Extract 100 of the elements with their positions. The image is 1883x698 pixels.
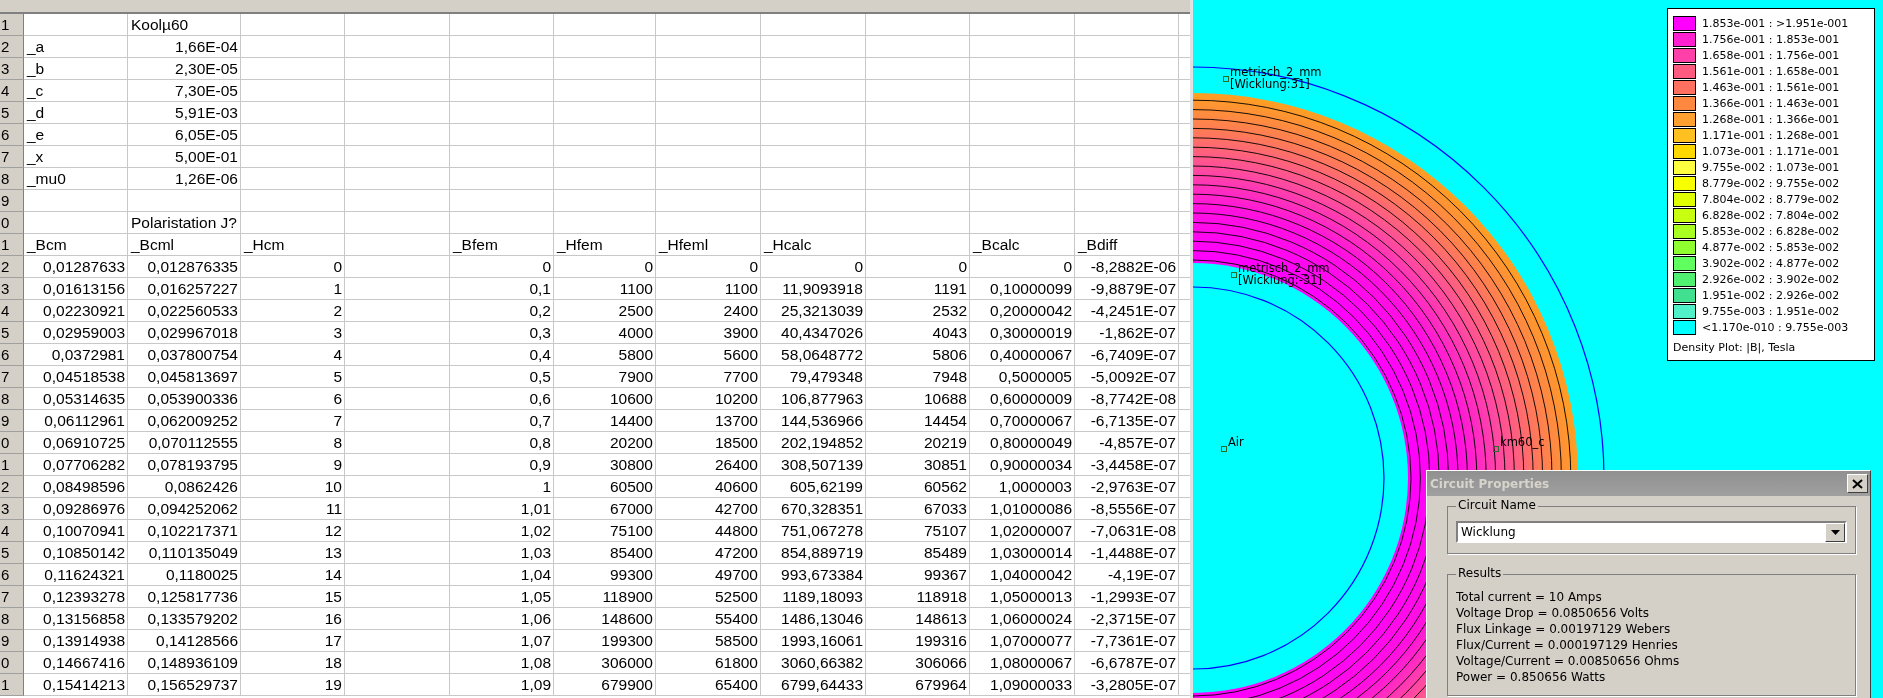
table-cell-text: 79,479348 xyxy=(789,367,863,387)
table-cell-text: 0,070112555 xyxy=(148,433,238,453)
table-cell-text: 199316 xyxy=(915,631,967,651)
table-cell-text: 0,022560533 xyxy=(147,301,238,321)
table-cell-text: 1100 xyxy=(619,279,653,299)
legend-range: 1.853e-001 : >1.951e-001 xyxy=(1702,16,1849,30)
table-cell-text: 1,04000042 xyxy=(990,565,1072,585)
table-cell-text: -4,2451E-07 xyxy=(1090,301,1176,321)
table-cell-text: 1,03000014 xyxy=(990,543,1072,563)
close-button[interactable] xyxy=(1847,474,1868,493)
table-cell-text: 19 xyxy=(324,675,342,695)
table-cell-text: 1191 xyxy=(933,279,967,299)
table-cell-text: 0 xyxy=(542,257,551,277)
legend-range: 1.268e-001 : 1.366e-001 xyxy=(1702,112,1840,126)
legend-range: 8.779e-002 : 9.755e-002 xyxy=(1702,176,1840,190)
table-cell-text: 10600 xyxy=(609,389,653,409)
legend-range: 1.756e-001 : 1.853e-001 xyxy=(1702,32,1840,46)
table-cell-text: 0 xyxy=(644,257,653,277)
legend-range: 9.755e-003 : 1.951e-002 xyxy=(1702,304,1840,318)
table-cell-text: 1,02 xyxy=(520,521,551,541)
row-number: 8 xyxy=(0,168,24,190)
table-cell-text: 13700 xyxy=(714,411,758,431)
table-cell-text: 0,10850142 xyxy=(43,543,125,563)
parameter-value: 2,30E-05 xyxy=(175,59,238,79)
table-cell-text: 99367 xyxy=(923,565,967,585)
column-heading: _Hfeml xyxy=(659,235,709,255)
table-cell-text: 0,13914938 xyxy=(43,631,125,651)
table-cell-text: 7948 xyxy=(932,367,967,387)
caret-icon xyxy=(1830,529,1840,535)
table-cell-text: 1,04 xyxy=(520,565,551,585)
circuit-name-dropdown[interactable]: Wicklung xyxy=(1456,521,1847,543)
table-cell-text: 0,02959003 xyxy=(43,323,125,343)
table-cell-text: 26400 xyxy=(714,455,758,475)
row-number: 7 xyxy=(0,366,24,388)
table-cell-text: 85489 xyxy=(923,543,967,563)
row-number: 0 xyxy=(0,652,24,674)
legend-range: 1.951e-002 : 2.926e-002 xyxy=(1702,288,1840,302)
table-cell-text: 25,3213039 xyxy=(781,301,863,321)
table-cell-text: 12 xyxy=(324,521,342,541)
table-cell-text: 5600 xyxy=(723,345,758,365)
table-cell-text: 0,14128566 xyxy=(156,631,238,651)
row-number: 7 xyxy=(0,146,24,168)
table-cell-text: 0,70000067 xyxy=(990,411,1072,431)
table-cell-text: 99300 xyxy=(609,565,653,585)
table-cell-text: 1,05 xyxy=(520,587,551,607)
table-cell-text: 1,09 xyxy=(520,675,551,695)
table-cell-text: 2 xyxy=(333,301,342,321)
row-number: 3 xyxy=(0,278,24,300)
table-cell-text: 58500 xyxy=(714,631,758,651)
table-cell-text: 11,9093918 xyxy=(782,279,863,299)
table-cell-text: 0,10070941 xyxy=(43,521,125,541)
table-cell-text: 40,4347026 xyxy=(781,323,863,343)
table-cell-text: 60500 xyxy=(609,477,653,497)
table-cell-text: 2532 xyxy=(932,301,967,321)
table-cell-text: 0,30000019 xyxy=(990,323,1072,343)
group-label: Results xyxy=(1456,566,1504,580)
legend-range: 2.926e-002 : 3.902e-002 xyxy=(1702,272,1840,286)
node-marker-icon xyxy=(1231,272,1237,278)
table-cell-text: 605,62199 xyxy=(789,477,863,497)
table-cell-text: 49700 xyxy=(714,565,758,585)
table-cell-text: 0,102217371 xyxy=(147,521,238,541)
table-cell-text: -6,7409E-07 xyxy=(1090,345,1176,365)
table-cell-text: 40600 xyxy=(714,477,758,497)
table-cell-text: 0,40000067 xyxy=(990,345,1072,365)
table-cell-text: 0,10000099 xyxy=(990,279,1072,299)
row-number: 3 xyxy=(0,498,24,520)
table-cell-text: 4043 xyxy=(932,323,967,343)
table-cell-text: 8 xyxy=(333,433,342,453)
row-number: 8 xyxy=(0,388,24,410)
table-cell-text: 1,06000024 xyxy=(990,609,1072,629)
table-cell-text: 20219 xyxy=(923,433,967,453)
table-cell-text: 679900 xyxy=(601,675,653,695)
table-cell-text: 0,094252062 xyxy=(147,499,238,519)
table-cell-text: 148613 xyxy=(915,609,967,629)
table-cell-text: 2500 xyxy=(618,301,653,321)
table-cell-text: 670,328351 xyxy=(781,499,863,519)
parameter-value: 6,05E-05 xyxy=(175,125,238,145)
dropdown-button[interactable] xyxy=(1825,522,1845,542)
row-number: 1 xyxy=(0,674,24,696)
table-cell-text: 4 xyxy=(333,345,342,365)
table-cell-text: 6 xyxy=(333,389,342,409)
table-cell-text: -8,5556E-07 xyxy=(1090,499,1176,519)
table-cell-text: -3,4458E-07 xyxy=(1090,455,1176,475)
table-cell-text: 0,148936109 xyxy=(147,653,238,673)
table-cell-text: 0,029967018 xyxy=(147,323,238,343)
parameter-name: _c xyxy=(27,81,44,101)
legend-range: 3.902e-002 : 4.877e-002 xyxy=(1702,256,1840,270)
table-cell-text: -1,4488E-07 xyxy=(1090,543,1176,563)
table-cell-text: 17 xyxy=(324,631,342,651)
table-cell-text: 3 xyxy=(333,323,342,343)
row-number: 5 xyxy=(0,322,24,344)
table-cell-text: 0,3 xyxy=(529,323,551,343)
parameter-value: 5,91E-03 xyxy=(175,103,238,123)
table-cell-text: 42700 xyxy=(714,499,758,519)
table-cell-text: 1,09000033 xyxy=(990,675,1072,695)
table-cell-text: 65400 xyxy=(714,675,758,695)
table-cell-text: -7,7361E-07 xyxy=(1090,631,1176,651)
table-cell-text: 1,01 xyxy=(520,499,551,519)
sheet-title: Koolµ60 xyxy=(131,15,189,35)
table-cell-text: 993,673384 xyxy=(781,565,863,585)
